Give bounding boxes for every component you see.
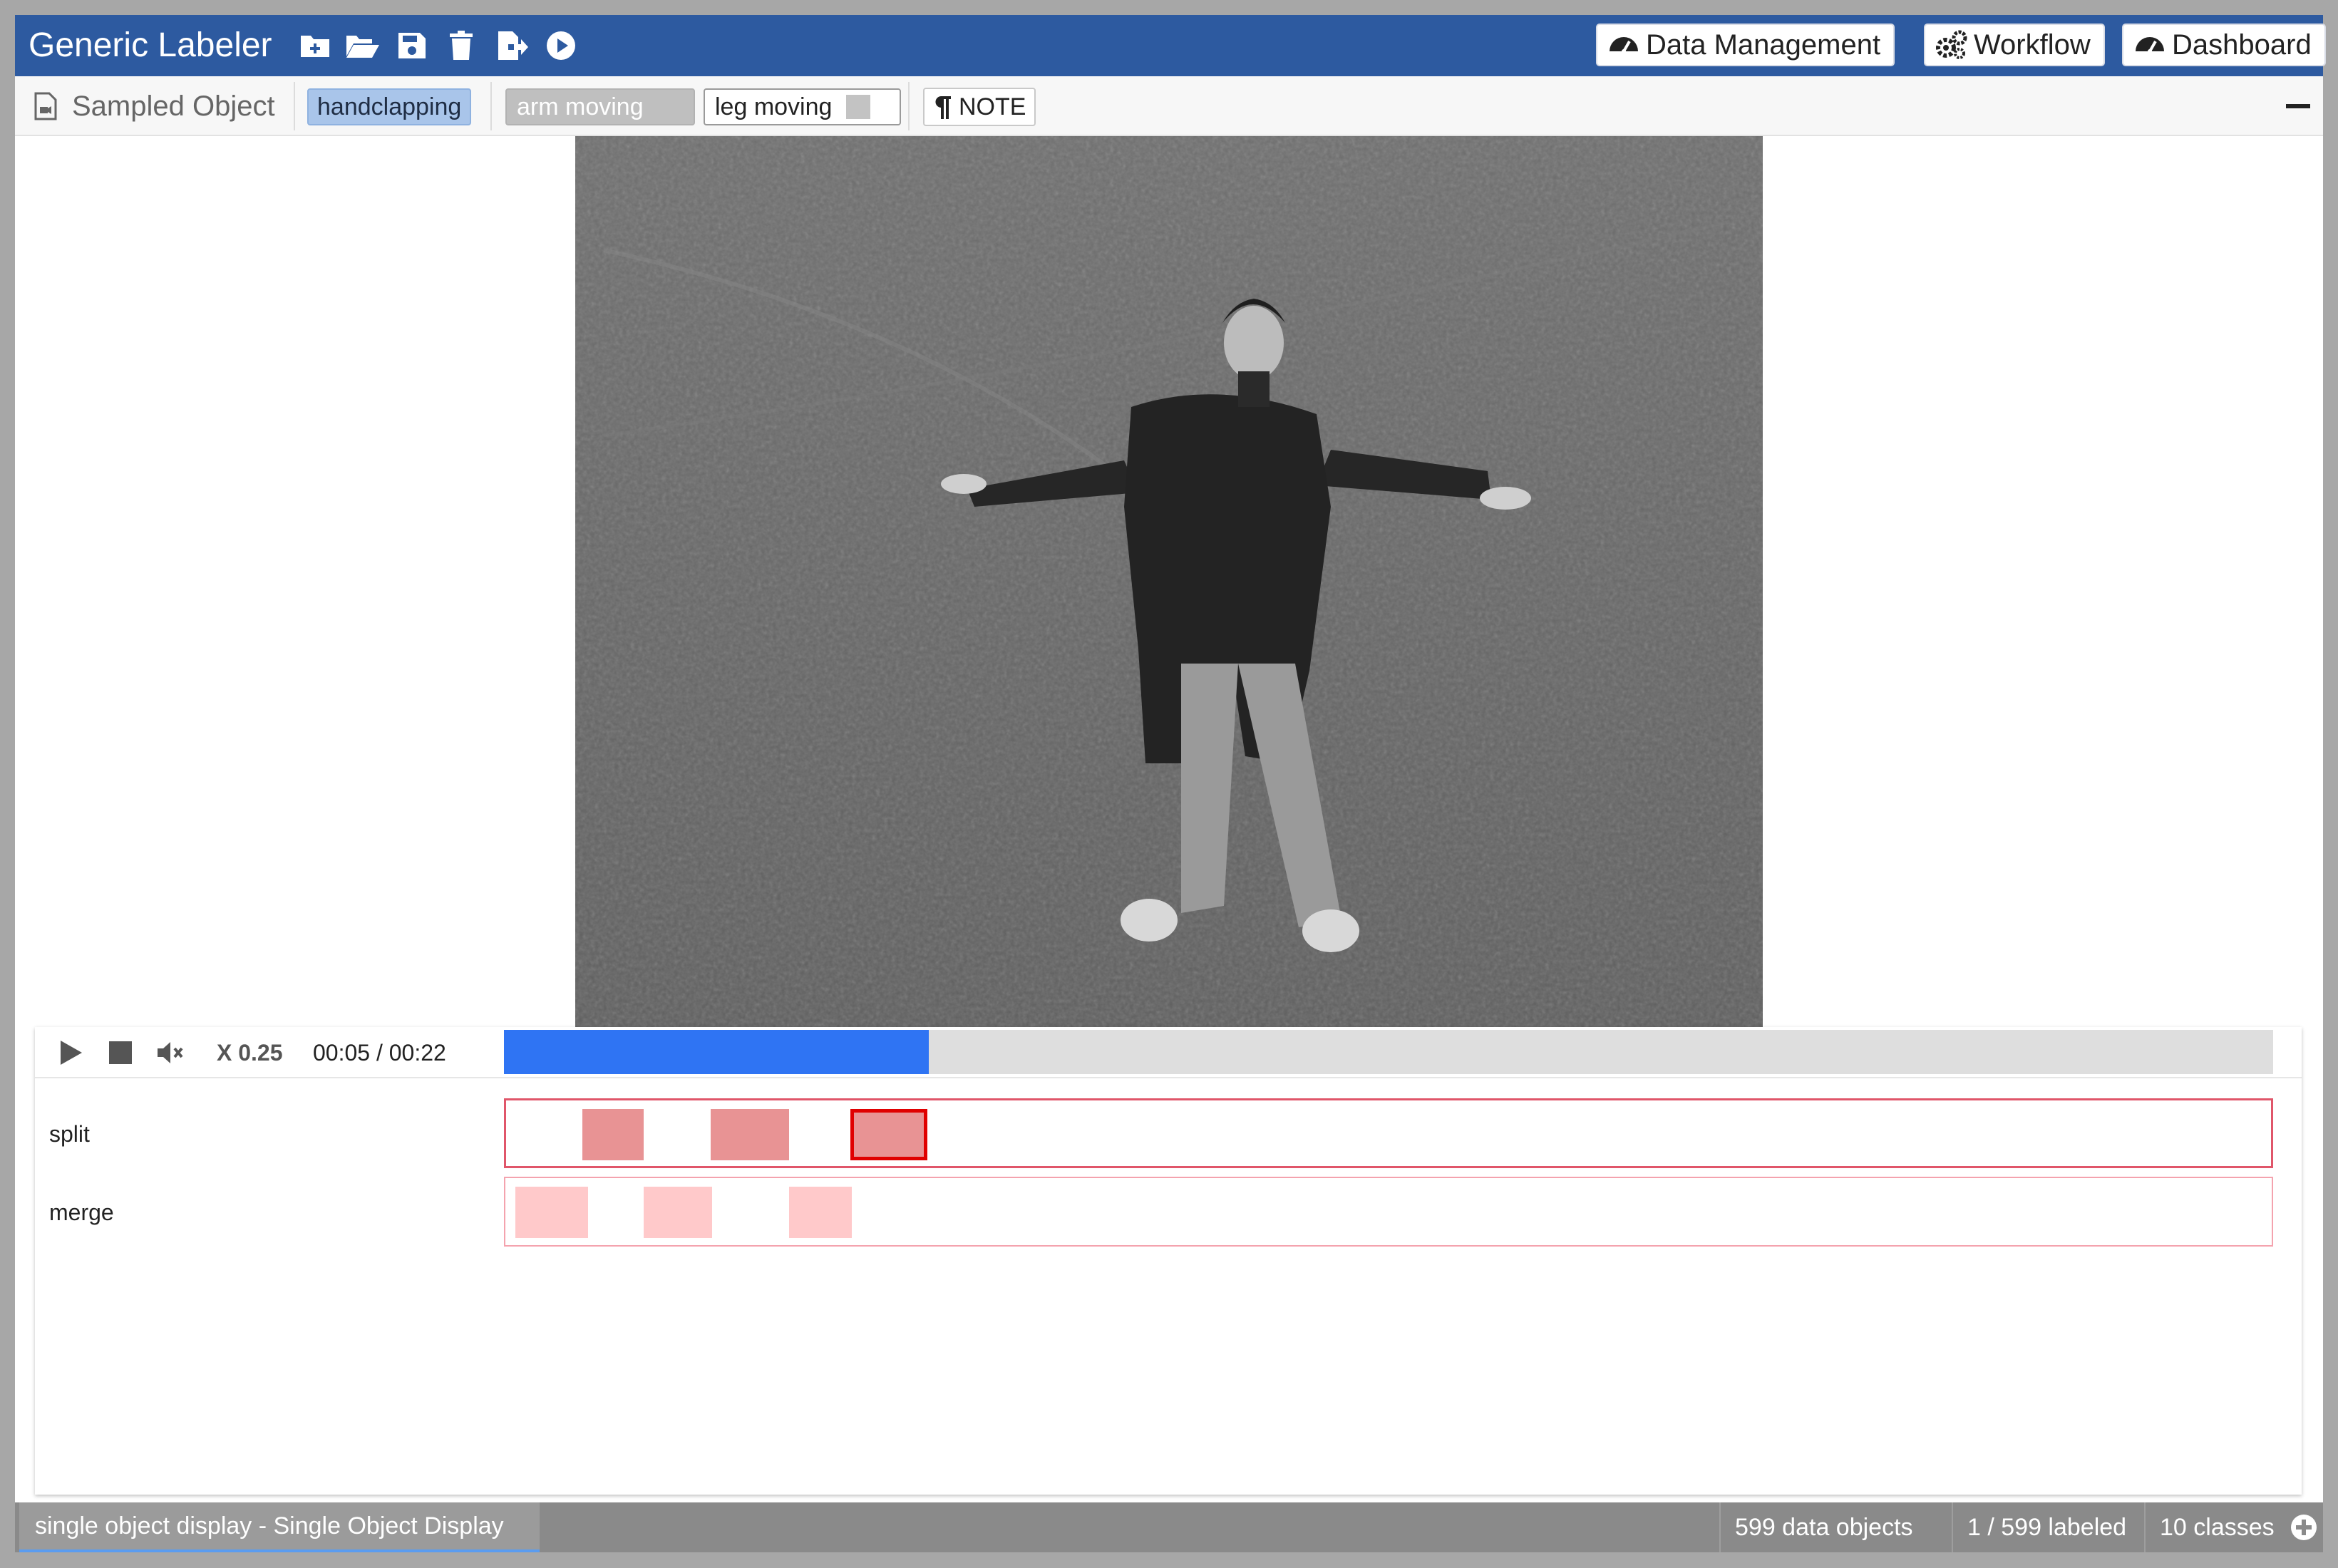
sampled-object: Sampled Object	[34, 76, 275, 136]
data-management-label: Data Management	[1646, 29, 1881, 61]
tag-leg-moving[interactable]: leg moving	[704, 88, 901, 125]
data-management-button[interactable]: Data Management	[1596, 24, 1895, 66]
note-button[interactable]: NOTE	[923, 88, 1036, 126]
export-icon[interactable]	[493, 27, 530, 64]
play-icon[interactable]	[56, 1038, 85, 1067]
dashboard-button[interactable]: Dashboard	[2122, 24, 2326, 66]
dashboard-label: Dashboard	[2172, 29, 2312, 61]
stop-icon[interactable]	[106, 1038, 135, 1067]
progress-fill	[504, 1030, 929, 1074]
track-label-split: split	[49, 1121, 90, 1147]
merge-segment[interactable]	[644, 1187, 712, 1238]
app-window: Generic Labeler Data Management Workflow	[15, 15, 2326, 1552]
time-display: 00:05 / 00:22	[313, 1040, 446, 1066]
player-controls: X 0.25 00:05 / 00:22	[35, 1027, 2302, 1078]
split-segment[interactable]	[582, 1109, 644, 1160]
file-video-icon	[34, 92, 57, 120]
workflow-button[interactable]: Workflow	[1924, 24, 2105, 66]
workflow-label: Workflow	[1974, 29, 2091, 61]
tab-single-object-display[interactable]: single object display - Single Object Di…	[19, 1502, 540, 1552]
divider	[490, 82, 492, 130]
gauge-icon	[2136, 37, 2164, 53]
track-split[interactable]	[504, 1098, 2273, 1168]
track-merge[interactable]	[504, 1177, 2273, 1247]
folder-open-icon[interactable]	[344, 27, 381, 64]
add-file-icon[interactable]	[297, 27, 334, 64]
labeled-count: 1 / 599 labeled	[1952, 1502, 2141, 1552]
progress-bar[interactable]	[504, 1030, 2273, 1074]
minimize-icon[interactable]	[2286, 104, 2310, 108]
track-label-merge: merge	[49, 1200, 114, 1225]
gears-icon	[1936, 30, 1967, 59]
video-image	[575, 136, 1763, 1027]
split-segment-selected[interactable]	[850, 1109, 927, 1160]
playback-speed[interactable]: X 0.25	[217, 1038, 283, 1067]
merge-segment[interactable]	[789, 1187, 852, 1238]
data-objects-count: 599 data objects	[1719, 1502, 1927, 1552]
header-bar: Generic Labeler Data Management Workflow	[15, 15, 2326, 76]
merge-segment[interactable]	[515, 1187, 588, 1238]
timeline-panel: X 0.25 00:05 / 00:22 split merge	[35, 1027, 2302, 1495]
status-bar: single object display - Single Object Di…	[15, 1502, 2323, 1552]
tag-color-swatch	[846, 95, 871, 119]
tag-arm-moving[interactable]: arm moving	[505, 88, 695, 125]
trash-icon[interactable]	[443, 27, 480, 64]
note-label: NOTE	[959, 93, 1026, 120]
class-tag-handclapping[interactable]: handclapping	[307, 88, 472, 125]
video-frame[interactable]	[575, 136, 1763, 1027]
label-bar: Sampled Object handclapping arm moving l…	[15, 76, 2323, 136]
gauge-icon	[1610, 37, 1638, 53]
play-circle-icon[interactable]	[542, 27, 580, 64]
tag-leg-moving-label: leg moving	[715, 93, 833, 120]
split-segment[interactable]	[711, 1109, 789, 1160]
divider	[294, 82, 295, 130]
save-icon[interactable]	[393, 27, 430, 64]
sampled-object-label: Sampled Object	[72, 90, 275, 122]
add-class-icon[interactable]	[2290, 1514, 2317, 1541]
app-title: Generic Labeler	[29, 26, 272, 64]
divider	[908, 82, 910, 130]
paragraph-icon	[935, 96, 951, 119]
mute-icon[interactable]	[156, 1038, 185, 1067]
